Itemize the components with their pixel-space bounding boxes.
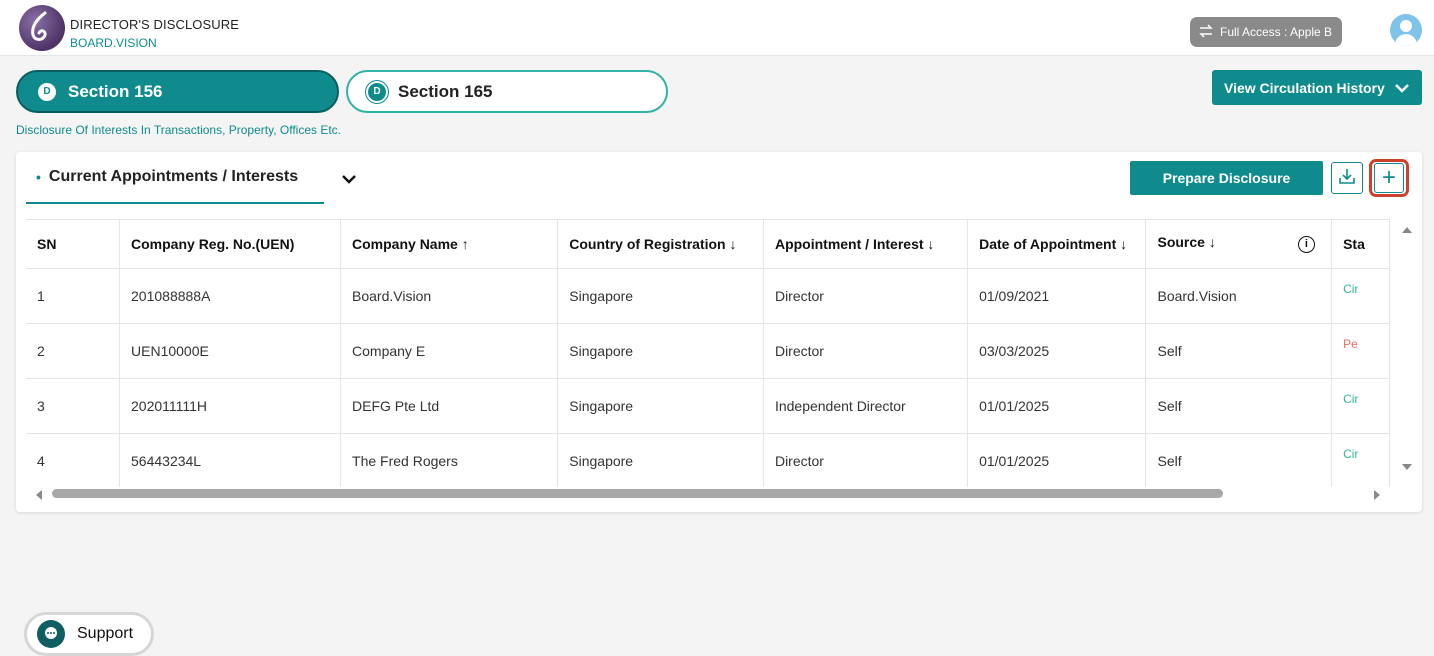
vertical-scrollbar[interactable] (1400, 227, 1412, 482)
horizontal-scroll-thumb[interactable] (52, 489, 1223, 498)
cell-date: 03/03/2025 (967, 323, 1147, 379)
cell-sn: 1 (26, 268, 121, 324)
user-avatar-icon[interactable] (1390, 14, 1422, 46)
appointments-card: • Current Appointments / Interests Prepa… (16, 152, 1422, 512)
support-button[interactable]: Support (24, 612, 154, 656)
cell-country: Singapore (557, 378, 764, 434)
app-title: DIRECTOR'S DISCLOSURE (70, 17, 240, 32)
chevron-down-icon[interactable] (341, 172, 357, 188)
access-label: Full Access : Apple B (1220, 25, 1333, 39)
cell-uen: UEN10000E (119, 323, 342, 379)
cell-status[interactable]: Cir (1331, 268, 1390, 324)
chevron-down-icon (1394, 80, 1409, 96)
tab-bullet: • (36, 169, 41, 185)
swap-arrows-icon (1198, 23, 1214, 41)
table-row[interactable]: 2 UEN10000E Company E Singapore Director… (26, 323, 1390, 379)
cell-company-name: Company E (340, 323, 559, 379)
column-header-source[interactable]: Source ↓ i (1145, 220, 1333, 269)
table-row[interactable]: 1 201088888A Board.Vision Singapore Dire… (26, 268, 1390, 324)
cell-status[interactable]: Cir (1331, 433, 1390, 487)
table-row[interactable]: 3 202011111H DEFG Pte Ltd Singapore Inde… (26, 378, 1390, 434)
tab-current-appointments[interactable]: • Current Appointments / Interests (26, 168, 324, 204)
prepare-disclosure-button[interactable]: Prepare Disclosure (1130, 161, 1323, 195)
add-button[interactable]: + (1369, 159, 1409, 197)
scroll-right-arrow-icon[interactable] (1374, 490, 1380, 500)
column-header-date[interactable]: Date of Appointment ↓ (967, 220, 1147, 269)
scroll-down-arrow-icon[interactable] (1402, 464, 1412, 470)
download-button[interactable] (1331, 162, 1363, 194)
cell-appointment: Independent Director (763, 378, 969, 434)
cell-company-name: The Fred Rogers (340, 433, 559, 487)
cell-appointment: Director (763, 433, 969, 487)
column-header-status[interactable]: Sta (1331, 220, 1390, 269)
top-bar: DIRECTOR'S DISCLOSURE BOARD.VISION Full … (0, 0, 1434, 56)
table-header-row: SN Company Reg. No.(UEN) Company Name ↑ … (26, 220, 1390, 269)
source-header-label: Source ↓ (1157, 234, 1216, 251)
access-switch-button[interactable]: Full Access : Apple B (1190, 17, 1342, 47)
cell-uen: 202011111H (119, 378, 342, 434)
cell-date: 01/09/2021 (967, 268, 1147, 324)
horizontal-scrollbar[interactable] (26, 488, 1390, 500)
column-header-uen[interactable]: Company Reg. No.(UEN) (119, 220, 342, 269)
cell-sn: 3 (26, 378, 121, 434)
board-vision-logo[interactable] (19, 5, 65, 51)
view-history-label: View Circulation History (1224, 79, 1385, 96)
cell-source: Board.Vision (1145, 268, 1333, 324)
support-label: Support (77, 625, 134, 642)
cell-country: Singapore (557, 268, 764, 324)
view-circulation-history-button[interactable]: View Circulation History (1212, 70, 1422, 105)
cell-uen: 201088888A (119, 268, 342, 324)
cell-uen: 56443234L (119, 433, 342, 487)
column-header-sn[interactable]: SN (26, 220, 121, 269)
scroll-left-arrow-icon[interactable] (36, 490, 42, 500)
tab-section-156[interactable]: D Section 156 (16, 70, 339, 113)
tab-section-165[interactable]: D Section 165 (346, 70, 668, 113)
appointments-table: SN Company Reg. No.(UEN) Company Name ↑ … (26, 219, 1390, 487)
cell-company-name: Board.Vision (340, 268, 559, 324)
cell-source: Self (1145, 378, 1333, 434)
section-165-label: Section 165 (398, 81, 493, 101)
cell-source: Self (1145, 323, 1333, 379)
section-description: Disclosure Of Interests In Transactions,… (16, 123, 342, 137)
cell-country: Singapore (557, 433, 764, 487)
column-header-appointment[interactable]: Appointment / Interest ↓ (763, 220, 969, 269)
cell-source: Self (1145, 433, 1333, 487)
cell-appointment: Director (763, 268, 969, 324)
table-row[interactable]: 4 56443234L The Fred Rogers Singapore Di… (26, 433, 1390, 487)
cell-sn: 2 (26, 323, 121, 379)
scroll-up-arrow-icon[interactable] (1402, 227, 1412, 233)
cell-country: Singapore (557, 323, 764, 379)
plus-icon: + (1374, 163, 1404, 193)
d-badge-icon: D (38, 82, 56, 101)
download-icon (1337, 166, 1357, 191)
cell-date: 01/01/2025 (967, 378, 1147, 434)
app-subtitle: BOARD.VISION (70, 36, 157, 50)
column-header-company-name[interactable]: Company Name ↑ (340, 220, 559, 269)
chat-bubble-icon (37, 620, 65, 648)
d-badge-icon: D (368, 82, 386, 101)
cell-sn: 4 (26, 433, 121, 487)
column-header-country[interactable]: Country of Registration ↓ (557, 220, 764, 269)
cell-company-name: DEFG Pte Ltd (340, 378, 559, 434)
cell-status[interactable]: Cir (1331, 378, 1390, 434)
tab-label: Current Appointments / Interests (48, 168, 299, 185)
section-156-label: Section 156 (68, 81, 163, 101)
info-icon[interactable]: i (1297, 236, 1315, 254)
cell-status[interactable]: Pe (1331, 323, 1390, 379)
cell-appointment: Director (763, 323, 969, 379)
cell-date: 01/01/2025 (967, 433, 1147, 487)
